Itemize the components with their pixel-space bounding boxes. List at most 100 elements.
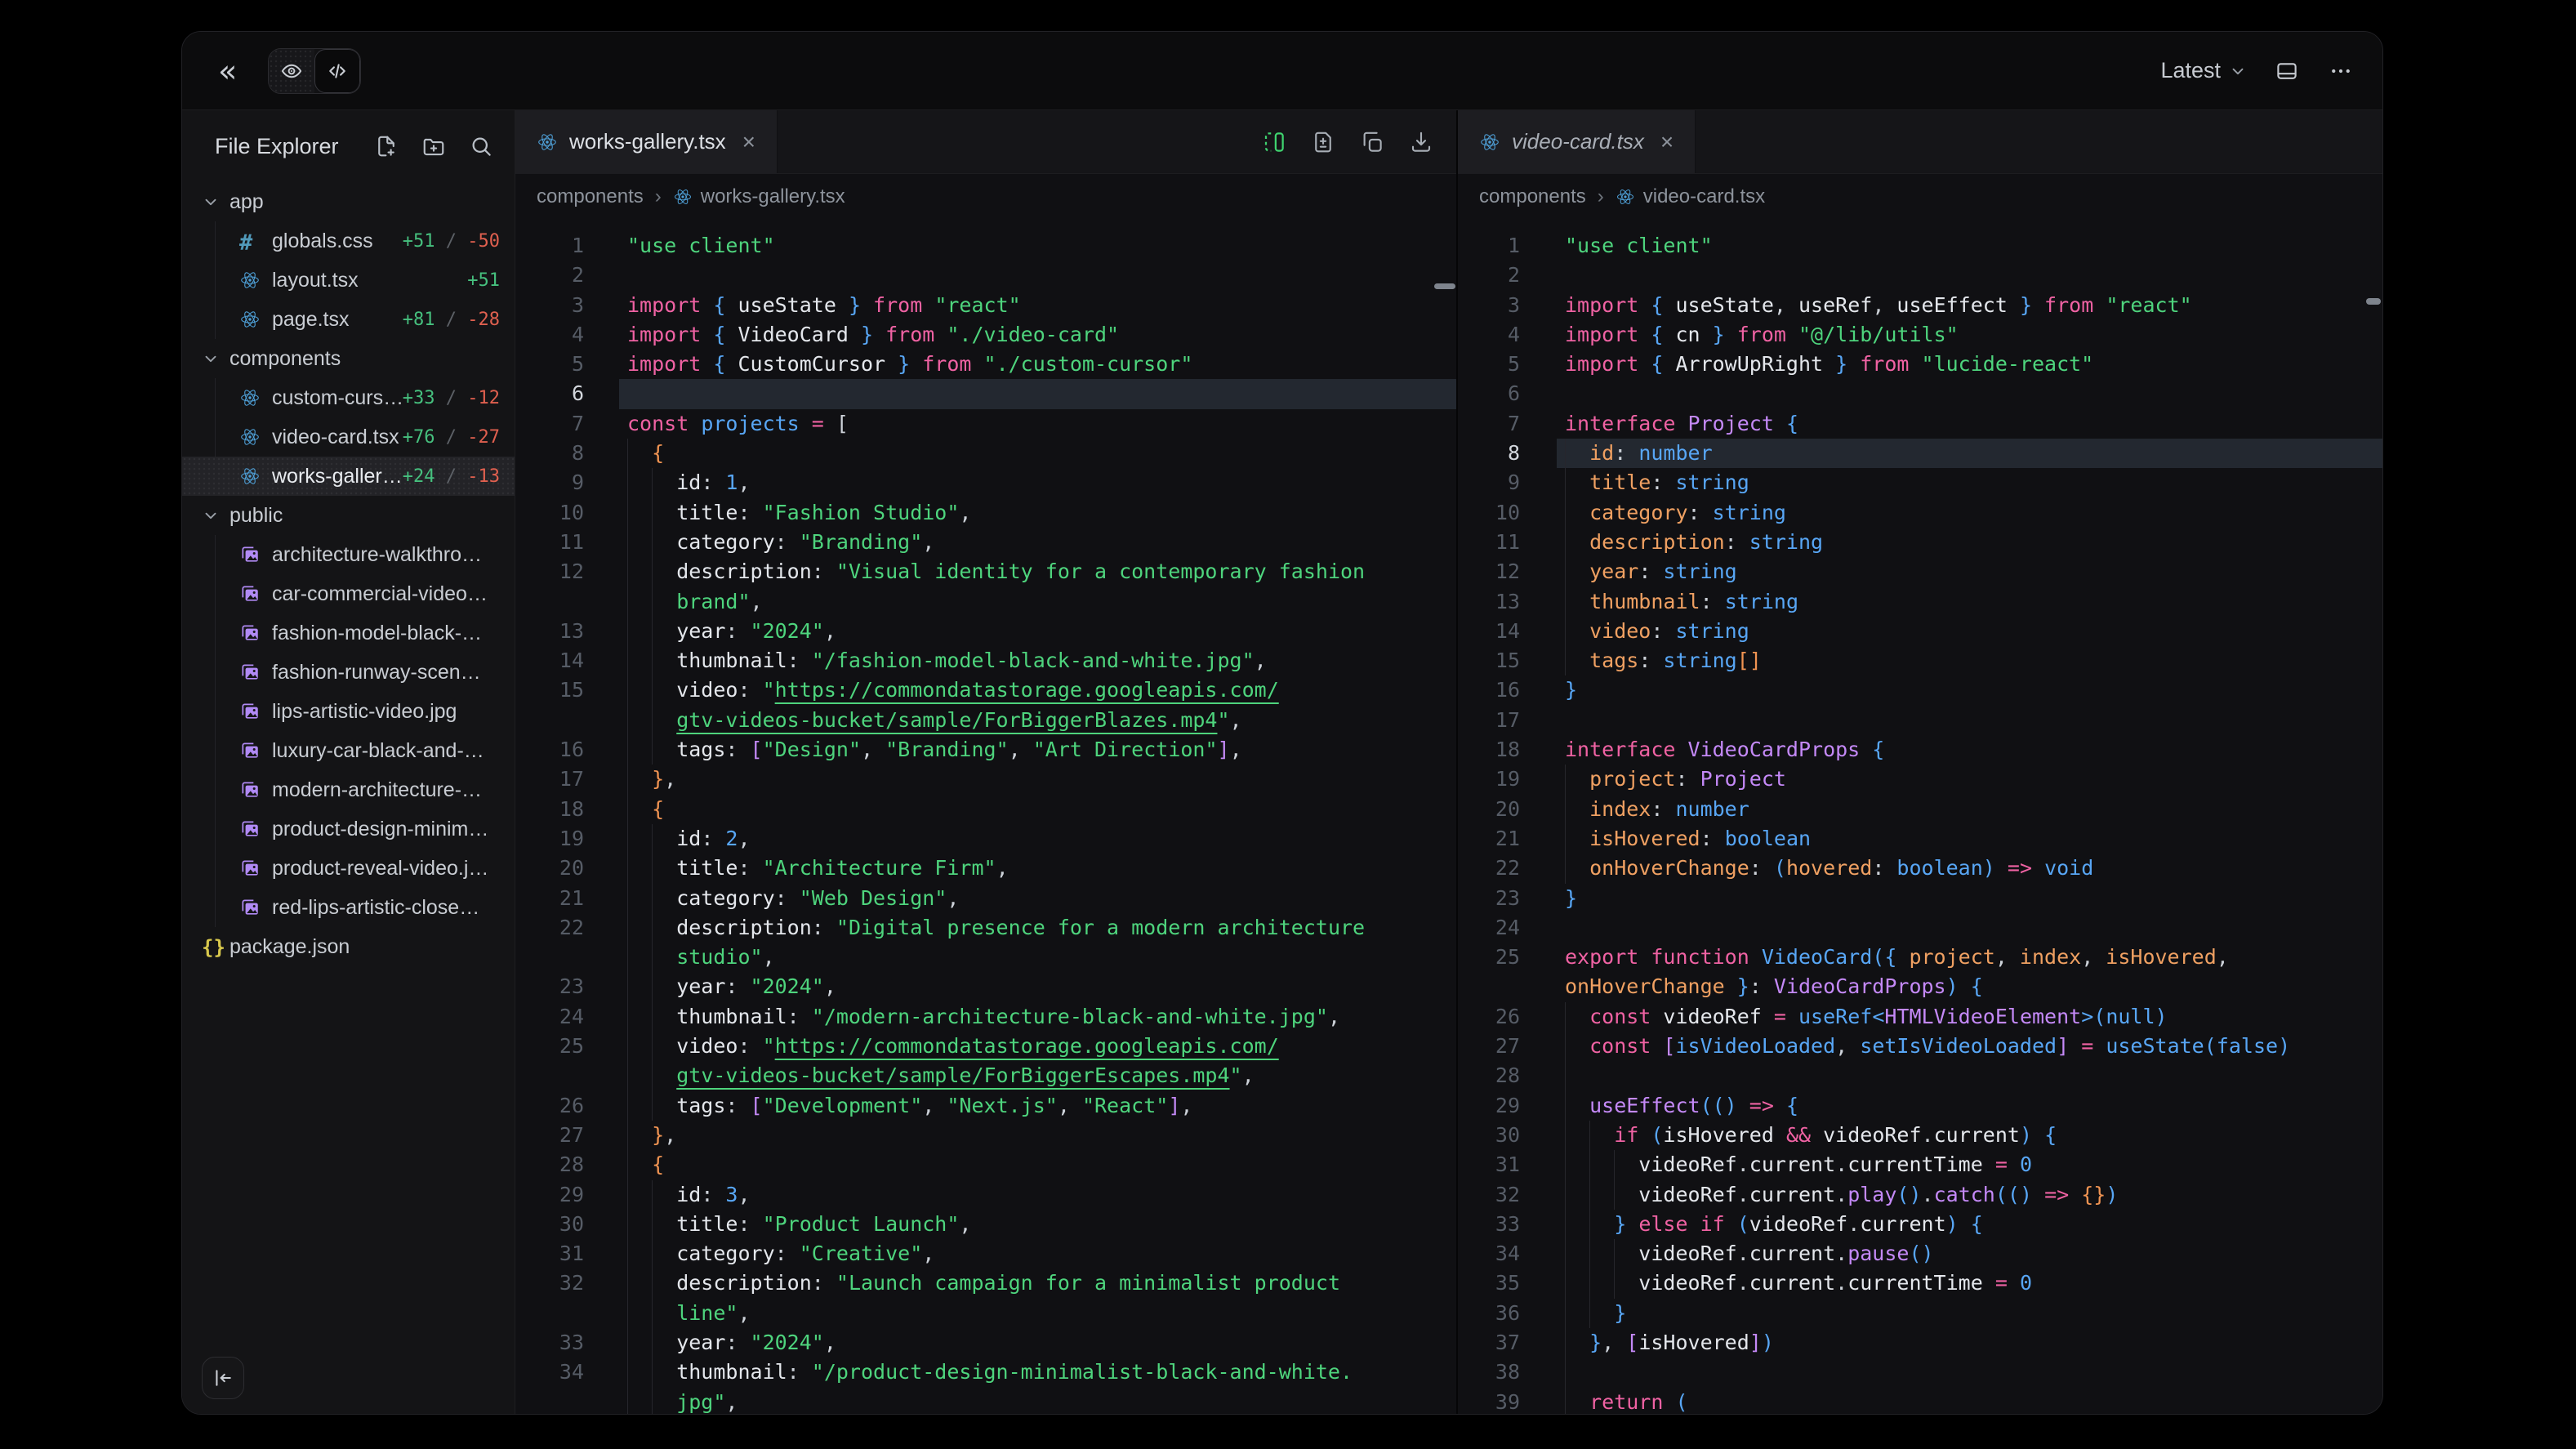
tree-file-video-card.tsx[interactable]: video-card.tsx+76 / -27 — [182, 417, 515, 457]
tree-file-luxury-car-black-and-[interactable]: luxury-car-black-and-… — [182, 731, 515, 770]
folder-plus-icon[interactable] — [421, 134, 446, 158]
code-line[interactable]: 25 video: "https://commondatastorage.goo… — [515, 1032, 1456, 1061]
tree-file-product-reveal-video.j-[interactable]: product-reveal-video.j… — [182, 849, 515, 888]
code-toggle-button[interactable] — [314, 49, 360, 93]
code-line[interactable]: 38 — [1458, 1358, 2382, 1387]
tree-file-globals.css[interactable]: #globals.css+51 / -50 — [182, 221, 515, 261]
code-line[interactable]: 11 description: string — [1458, 528, 2382, 557]
code-line[interactable]: 22 onHoverChange: (hovered: boolean) => … — [1458, 854, 2382, 883]
code-line[interactable]: 19 project: Project — [1458, 765, 2382, 794]
close-tab-icon[interactable]: × — [742, 131, 755, 154]
code-line[interactable]: 18interface VideoCardProps { — [1458, 735, 2382, 765]
scrollbar-thumb[interactable] — [1434, 283, 1455, 289]
code-line[interactable]: 15 video: "https://commondatastorage.goo… — [515, 675, 1456, 705]
code-editor-video-card[interactable]: 1"use client"23import { useState, useRef… — [1458, 220, 2382, 1414]
code-line[interactable]: gtv-videos-bucket/sample/ForBiggerEscape… — [515, 1061, 1456, 1090]
code-line[interactable]: 6 — [1458, 379, 2382, 408]
code-line[interactable]: 30 title: "Product Launch", — [515, 1210, 1456, 1239]
code-line[interactable]: 13 thumbnail: string — [1458, 587, 2382, 617]
tree-file-product-design-minim-[interactable]: product-design-minim… — [182, 809, 515, 849]
tree-file-red-lips-artistic-close-[interactable]: red-lips-artistic-close… — [182, 888, 515, 927]
code-line[interactable]: 33 } else if (videoRef.current) { — [1458, 1210, 2382, 1239]
search-icon[interactable] — [469, 134, 493, 158]
code-line[interactable]: 28 { — [515, 1150, 1456, 1179]
code-line[interactable]: gtv-videos-bucket/sample/ForBiggerBlazes… — [515, 706, 1456, 735]
tree-folder-app[interactable]: app — [182, 182, 515, 221]
code-line[interactable]: 22 description: "Digital presence for a … — [515, 913, 1456, 943]
code-line[interactable]: line", — [515, 1299, 1456, 1328]
code-line[interactable]: 21 category: "Web Design", — [515, 884, 1456, 913]
code-line[interactable]: 25export function VideoCard({ project, i… — [1458, 943, 2382, 972]
tab-video-card[interactable]: video-card.tsx × — [1458, 110, 1696, 173]
code-line[interactable]: 12 description: "Visual identity for a c… — [515, 557, 1456, 586]
code-line[interactable]: 36 } — [1458, 1299, 2382, 1328]
code-line[interactable]: 1"use client" — [1458, 231, 2382, 261]
scrollbar-thumb[interactable] — [2366, 298, 2381, 305]
code-line[interactable]: 29 id: 3, — [515, 1180, 1456, 1210]
code-line[interactable]: 19 id: 2, — [515, 824, 1456, 854]
code-line[interactable]: 23} — [1458, 884, 2382, 913]
panel-bottom-icon[interactable] — [2275, 59, 2299, 83]
file-diff-icon[interactable] — [1311, 130, 1335, 154]
code-line[interactable]: 34 videoRef.current.pause() — [1458, 1239, 2382, 1268]
code-line[interactable]: 14 thumbnail: "/fashion-model-black-and-… — [515, 646, 1456, 675]
code-line[interactable]: 7const projects = [ — [515, 409, 1456, 439]
code-line[interactable]: 31 category: "Creative", — [515, 1239, 1456, 1268]
tree-file-package.json[interactable]: {}package.json — [182, 927, 515, 966]
tree-folder-components[interactable]: components — [182, 339, 515, 378]
code-line[interactable]: studio", — [515, 943, 1456, 972]
tree-file-car-commercial-video-[interactable]: car-commercial-video… — [182, 574, 515, 613]
code-line[interactable]: 24 thumbnail: "/modern-architecture-blac… — [515, 1002, 1456, 1032]
code-line[interactable]: 11 category: "Branding", — [515, 528, 1456, 557]
code-line[interactable]: 10 title: "Fashion Studio", — [515, 498, 1456, 528]
breadcrumb-file[interactable]: video-card.tsx — [1643, 185, 1765, 208]
preview-toggle-button[interactable] — [269, 49, 314, 93]
code-line[interactable]: 9 title: string — [1458, 468, 2382, 497]
code-line[interactable]: 28 — [1458, 1061, 2382, 1090]
collapse-panel-button[interactable]: « — [212, 56, 243, 87]
code-line[interactable]: 17 }, — [515, 765, 1456, 794]
code-line[interactable]: 3import { useState, useRef, useEffect } … — [1458, 291, 2382, 320]
code-line-highlighted[interactable]: 6 — [515, 379, 1456, 408]
code-line[interactable]: 2 — [1458, 261, 2382, 290]
breadcrumb-folder[interactable]: components — [537, 185, 644, 208]
ellipsis-menu-button[interactable] — [2329, 59, 2353, 83]
copy-icon[interactable] — [1360, 130, 1384, 154]
tree-file-architecture-walkthro-[interactable]: architecture-walkthro… — [182, 535, 515, 574]
code-line[interactable]: 18 { — [515, 795, 1456, 824]
code-line[interactable]: 26 tags: ["Development", "Next.js", "Rea… — [515, 1091, 1456, 1121]
tree-folder-public[interactable]: public — [182, 496, 515, 535]
code-line[interactable]: 37 }, [isHovered]) — [1458, 1328, 2382, 1358]
code-line[interactable]: 13 year: "2024", — [515, 617, 1456, 646]
code-line[interactable]: brand", — [515, 587, 1456, 617]
code-line[interactable]: 4import { VideoCard } from "./video-card… — [515, 320, 1456, 350]
code-line[interactable]: 5import { CustomCursor } from "./custom-… — [515, 350, 1456, 379]
code-line[interactable]: 8 { — [515, 439, 1456, 468]
version-dropdown[interactable]: Latest — [2160, 58, 2247, 83]
download-icon[interactable] — [1409, 130, 1433, 154]
code-line[interactable]: 31 videoRef.current.currentTime = 0 — [1458, 1150, 2382, 1179]
code-line[interactable]: 24 — [1458, 913, 2382, 943]
code-line-highlighted[interactable]: 8 id: number — [1458, 439, 2382, 468]
code-editor-works-gallery[interactable]: 1"use client"23import { useState } from … — [515, 220, 1456, 1414]
code-line[interactable]: 29 useEffect(() => { — [1458, 1091, 2382, 1121]
code-line[interactable]: 33 year: "2024", — [515, 1328, 1456, 1358]
code-line[interactable]: 35 videoRef.current.currentTime = 0 — [1458, 1268, 2382, 1298]
code-line[interactable]: 16 tags: ["Design", "Branding", "Art Dir… — [515, 735, 1456, 765]
code-line[interactable]: 23 year: "2024", — [515, 972, 1456, 1001]
split-diff-icon[interactable] — [1262, 130, 1286, 154]
code-line[interactable]: 4import { cn } from "@/lib/utils" — [1458, 320, 2382, 350]
code-line[interactable]: 32 videoRef.current.play().catch(() => {… — [1458, 1180, 2382, 1210]
tree-file-works-galler-[interactable]: works-galler…+24 / -13 — [182, 457, 515, 496]
close-tab-icon[interactable]: × — [1660, 131, 1674, 154]
tree-file-page.tsx[interactable]: page.tsx+81 / -28 — [182, 300, 515, 339]
tree-file-layout.tsx[interactable]: layout.tsx+51 — [182, 261, 515, 300]
code-line[interactable]: 39 return ( — [1458, 1388, 2382, 1414]
code-line[interactable]: 9 id: 1, — [515, 468, 1456, 497]
tree-file-custom-curs-[interactable]: custom-curs…+33 / -12 — [182, 378, 515, 417]
breadcrumb-file[interactable]: works-gallery.tsx — [701, 185, 845, 208]
code-line[interactable]: 32 description: "Launch campaign for a m… — [515, 1268, 1456, 1298]
tab-works-gallery[interactable]: works-gallery.tsx × — [515, 110, 778, 173]
code-line[interactable]: 15 tags: string[] — [1458, 646, 2382, 675]
code-line[interactable]: 27 }, — [515, 1121, 1456, 1150]
